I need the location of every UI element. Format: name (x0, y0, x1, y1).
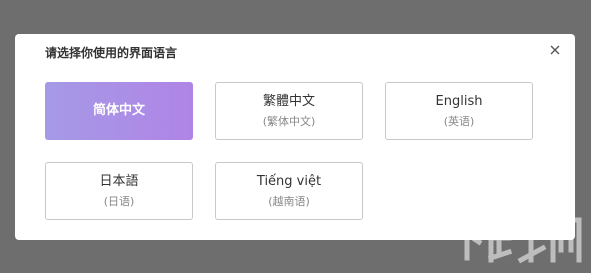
language-option-simplified-chinese[interactable]: 简体中文 (45, 82, 193, 140)
option-label: English (436, 93, 483, 111)
close-icon[interactable] (547, 42, 563, 58)
dialog-title: 请选择你使用的界面语言 (45, 44, 177, 61)
language-option-traditional-chinese[interactable]: 繁體中文 (繁体中文) (215, 82, 363, 140)
option-label: 繁體中文 (263, 93, 315, 111)
language-option-japanese[interactable]: 日本語 (日语) (45, 162, 193, 220)
watermark-logo (447, 208, 587, 268)
language-option-english[interactable]: English (英语) (385, 82, 533, 140)
language-option-vietnamese[interactable]: Tiếng việt (越南语) (215, 162, 363, 220)
option-sublabel: (英语) (444, 114, 475, 130)
option-label: 简体中文 (93, 102, 145, 120)
option-sublabel: (繁体中文) (263, 114, 316, 130)
option-sublabel: (越南语) (268, 194, 310, 210)
option-label: 日本語 (99, 173, 138, 191)
option-label: Tiếng việt (257, 173, 321, 191)
option-sublabel: (日语) (104, 194, 135, 210)
